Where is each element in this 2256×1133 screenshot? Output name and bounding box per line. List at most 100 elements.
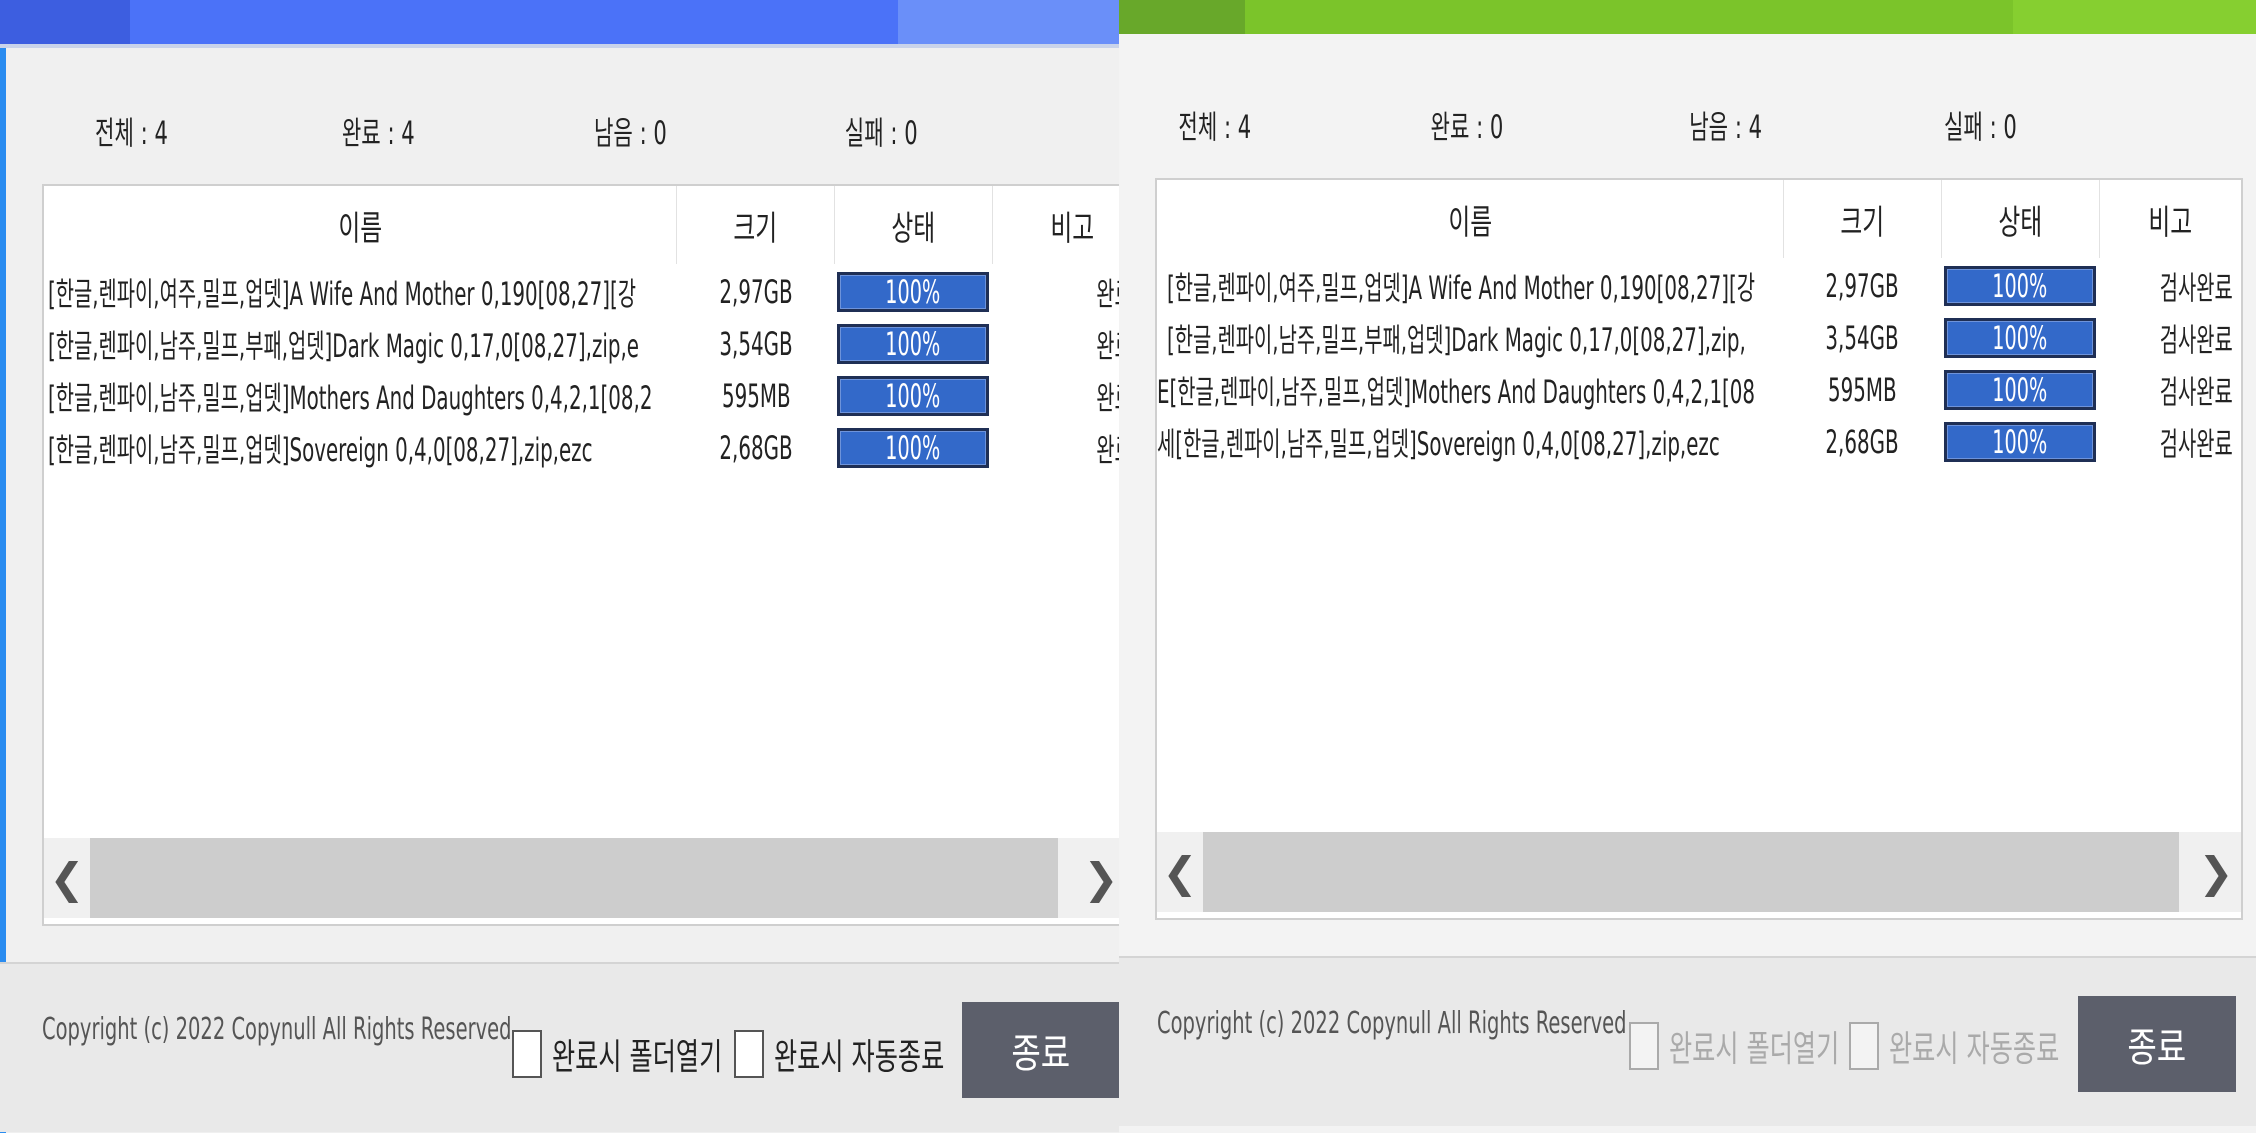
status-note: 검사완료 [2159, 269, 2233, 307]
column-header-name[interactable]: 이름 [1157, 180, 1784, 258]
file-size: 2,97GB [719, 273, 793, 311]
scrollbar-thumb[interactable] [90, 838, 1058, 918]
table-row[interactable]: [한글,렌파이,남주,밀프,부패,업뎃]Dark Magic 0,17,0[08… [1157, 312, 2241, 364]
progress-bar: 100% [1944, 266, 2096, 306]
progress-cell: 100% [1941, 364, 2099, 416]
column-header-size[interactable]: 크기 [676, 186, 835, 264]
open-folder-checkbox[interactable] [512, 1030, 542, 1078]
progress-fill: 100% [1947, 321, 2093, 355]
table-row[interactable]: E[한글,렌파이,남주,밀프,업뎃]Mothers And Daughters … [1157, 364, 2241, 416]
progress-cell: 100% [1941, 416, 2099, 468]
stats-bar: 전체 : 4 완료 : 0 남음 : 4 실패 : 0 [1119, 102, 2016, 146]
title-bar[interactable] [1119, 0, 2256, 34]
file-size: 2,68GB [1825, 423, 1899, 461]
column-header-status[interactable]: 상태 [834, 186, 993, 264]
file-size: 595MB [721, 377, 791, 415]
footer: Copyright (c) 2022 Copynull All Rights R… [0, 962, 1119, 1132]
stat-failed: 실패 : 0 [844, 114, 918, 152]
progress-fill: 100% [840, 327, 986, 361]
table-row[interactable]: [한글,렌파이,남주,밀프,업뎃]Mothers And Daughters 0… [44, 370, 1119, 422]
status-note: 완료 [1095, 379, 1119, 417]
progress-bar: 100% [837, 324, 989, 364]
table-row[interactable]: [한글,렌파이,남주,밀프,부패,업뎃]Dark Magic 0,17,0[08… [44, 318, 1119, 370]
status-note: 완료 [1095, 431, 1119, 469]
scroll-left-icon[interactable]: ❮ [44, 838, 90, 918]
file-size: 2,68GB [719, 429, 793, 467]
column-header-status[interactable]: 상태 [1941, 180, 2100, 258]
scrollbar-thumb[interactable] [1203, 832, 2179, 912]
column-header-note[interactable]: 비고 [992, 186, 1119, 264]
title-bar[interactable] [0, 0, 1119, 48]
footer: Copyright (c) 2022 Copynull All Rights R… [1119, 956, 2256, 1126]
horizontal-scrollbar[interactable]: ❮ ❯ [44, 838, 1119, 918]
progress-fill: 100% [840, 275, 986, 309]
column-header-note[interactable]: 비고 [2099, 180, 2241, 258]
copyright-text: Copyright (c) 2022 Copynull All Rights R… [1157, 1006, 1627, 1041]
stat-total: 전체 : 4 [1178, 108, 1252, 146]
auto-exit-checkbox[interactable] [734, 1030, 764, 1078]
file-name: [한글,렌파이,여주,밀프,업뎃]A Wife And Mother 0,190… [48, 275, 636, 313]
progress-cell: 100% [1941, 260, 2099, 312]
scroll-right-icon[interactable]: ❯ [1078, 838, 1119, 918]
download-window-right: 전체 : 4 완료 : 0 남음 : 4 실패 : 0 이름 크기 상태 비고 … [1119, 0, 2256, 1133]
stat-done: 완료 : 0 [1430, 108, 1504, 146]
progress-cell: 100% [834, 370, 992, 422]
progress-bar: 100% [1944, 422, 2096, 462]
auto-exit-label: 완료시 자동종료 [774, 1037, 945, 1078]
status-note: 완료 [1095, 327, 1119, 365]
progress-cell: 100% [834, 318, 992, 370]
file-name: [한글,렌파이,남주,밀프,업뎃]Mothers And Daughters 0… [48, 379, 653, 417]
table-row[interactable]: [한글,렌파이,남주,밀프,업뎃]Sovereign 0,4,0[08,27],… [44, 422, 1119, 474]
progress-fill: 100% [840, 431, 986, 465]
progress-cell: 100% [1941, 312, 2099, 364]
auto-exit-checkbox [1849, 1022, 1879, 1070]
stat-failed: 실패 : 0 [1944, 108, 2017, 146]
file-size: 595MB [1827, 371, 1897, 409]
file-list[interactable]: 이름 크기 상태 비고 [한글,렌파이,여주,밀프,업뎃]A Wife And … [42, 184, 1119, 926]
stat-done: 완료 : 4 [341, 114, 415, 152]
table-row[interactable]: [한글,렌파이,여주,밀프,업뎃]A Wife And Mother 0,190… [1157, 260, 2241, 312]
progress-bar: 100% [1944, 370, 2096, 410]
progress-fill: 100% [1947, 269, 2093, 303]
file-name: 세[한글,렌파이,남주,밀프,업뎃]Sovereign 0,4,0[08,27]… [1157, 425, 1720, 463]
file-name: [한글,렌파이,남주,밀프,업뎃]Sovereign 0,4,0[08,27],… [48, 431, 593, 469]
open-folder-checkbox [1629, 1022, 1659, 1070]
scroll-left-icon[interactable]: ❮ [1157, 832, 1203, 912]
open-folder-label: 완료시 폴더열기 [552, 1037, 723, 1078]
progress-bar: 100% [837, 428, 989, 468]
progress-fill: 100% [1947, 425, 2093, 459]
download-window-left: 전체 : 4 완료 : 4 남음 : 0 실패 : 0 이름 크기 상태 비고 … [0, 0, 1119, 1133]
auto-exit-label: 완료시 자동종료 [1889, 1029, 2060, 1070]
open-folder-label: 완료시 폴더열기 [1669, 1029, 1840, 1070]
list-header: 이름 크기 상태 비고 [44, 186, 1119, 264]
file-name: [한글,렌파이,남주,밀프,부패,업뎃]Dark Magic 0,17,0[08… [48, 327, 640, 365]
column-header-name[interactable]: 이름 [44, 186, 677, 264]
file-name: [한글,렌파이,여주,밀프,업뎃]A Wife And Mother 0,190… [1167, 269, 1755, 307]
stat-remaining: 남음 : 4 [1689, 108, 1763, 146]
exit-button[interactable]: 종료 [2078, 996, 2236, 1092]
progress-cell: 100% [834, 422, 992, 474]
exit-button[interactable]: 종료 [962, 1002, 1119, 1098]
table-row[interactable]: [한글,렌파이,여주,밀프,업뎃]A Wife And Mother 0,190… [44, 266, 1119, 318]
progress-bar: 100% [1944, 318, 2096, 358]
file-name: E[한글,렌파이,남주,밀프,업뎃]Mothers And Daughters … [1157, 373, 1756, 411]
stats-bar: 전체 : 4 완료 : 4 남음 : 0 실패 : 0 [0, 108, 918, 152]
column-header-size[interactable]: 크기 [1783, 180, 1942, 258]
horizontal-scrollbar[interactable]: ❮ ❯ [1157, 832, 2241, 912]
progress-bar: 100% [837, 272, 989, 312]
progress-bar: 100% [837, 376, 989, 416]
status-note: 검사완료 [2159, 425, 2233, 463]
progress-cell: 100% [834, 266, 992, 318]
stat-total: 전체 : 4 [95, 114, 168, 152]
status-note: 검사완료 [2159, 321, 2233, 359]
list-header: 이름 크기 상태 비고 [1157, 180, 2241, 258]
table-row[interactable]: 세[한글,렌파이,남주,밀프,업뎃]Sovereign 0,4,0[08,27]… [1157, 416, 2241, 468]
file-list[interactable]: 이름 크기 상태 비고 [한글,렌파이,여주,밀프,업뎃]A Wife And … [1155, 178, 2243, 920]
file-name: [한글,렌파이,남주,밀프,부패,업뎃]Dark Magic 0,17,0[08… [1167, 321, 1746, 359]
copyright-text: Copyright (c) 2022 Copynull All Rights R… [42, 1012, 512, 1047]
scroll-right-icon[interactable]: ❯ [2193, 832, 2239, 912]
status-note: 검사완료 [2159, 373, 2233, 411]
file-size: 3,54GB [1825, 319, 1899, 357]
file-size: 3,54GB [719, 325, 793, 363]
status-note: 완료 [1095, 275, 1119, 313]
